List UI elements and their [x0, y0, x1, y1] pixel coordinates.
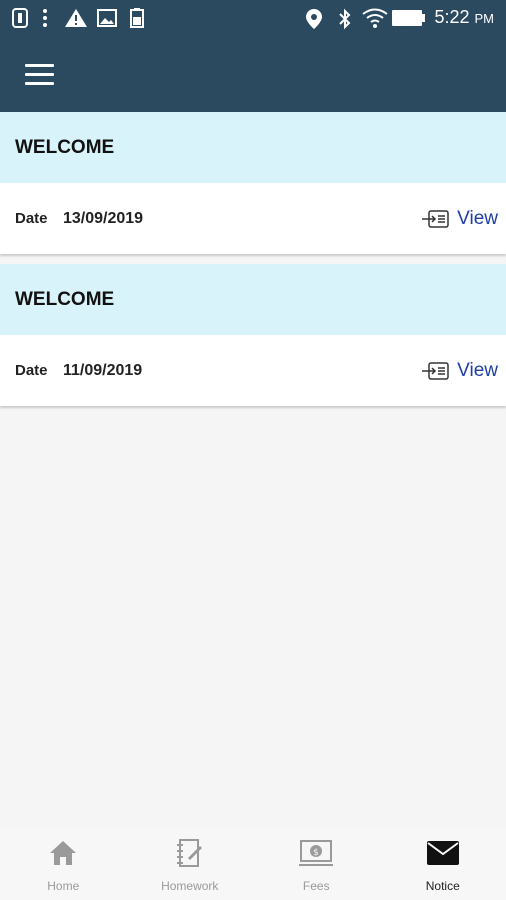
status-time-value: 5:22 — [434, 7, 470, 27]
date-label: Date — [15, 210, 48, 227]
fees-icon: $ — [299, 840, 334, 866]
home-icon — [50, 841, 77, 865]
nav-item-notice[interactable]: Notice — [380, 827, 506, 900]
notice-title-row: WELCOME — [0, 264, 506, 335]
status-time-ampm: PM — [474, 11, 495, 26]
battery-saver-icon — [130, 8, 144, 28]
hamburger-menu-icon[interactable] — [22, 62, 58, 88]
view-document-icon — [422, 361, 449, 380]
status-time: 5:22 PM — [434, 7, 494, 28]
nav-label-fees: Fees — [302, 879, 330, 893]
notice-card: WELCOME Date 11/09/2019 View — [0, 264, 506, 406]
image-icon — [97, 9, 117, 27]
notice-meta-row: Date 13/09/2019 View — [0, 183, 506, 254]
battery-icon — [392, 10, 425, 26]
notice-list: WELCOME Date 13/09/2019 View WELCOME Dat… — [0, 112, 506, 416]
notice-card: WELCOME Date 13/09/2019 View — [0, 112, 506, 254]
status-bar: 5:22 PM — [0, 0, 506, 36]
notice-meta-row: Date 11/09/2019 View — [0, 335, 506, 406]
date-value: 13/09/2019 — [63, 209, 144, 227]
nav-label-notice: Notice — [425, 879, 460, 893]
nav-item-homework[interactable]: Homework — [127, 827, 254, 900]
app-bar — [0, 36, 506, 112]
date-label: Date — [15, 362, 48, 379]
warning-icon — [65, 9, 87, 27]
notice-title: WELCOME — [15, 288, 115, 310]
wifi-icon — [362, 8, 388, 28]
view-document-icon — [422, 209, 449, 228]
homework-icon — [176, 839, 202, 867]
view-label: View — [457, 207, 498, 229]
sim-icon — [12, 8, 28, 28]
nav-label-homework: Homework — [161, 879, 219, 893]
nav-item-fees[interactable]: $ Fees — [253, 827, 380, 900]
nav-label-home: Home — [47, 879, 80, 893]
notice-title-row: WELCOME — [0, 112, 506, 183]
bottom-nav: Home Homework $ Fees Notice — [0, 827, 506, 900]
mail-icon — [426, 841, 459, 865]
notice-title: WELCOME — [15, 136, 115, 158]
more-dots-icon — [43, 9, 47, 27]
view-button[interactable]: View — [421, 208, 498, 230]
svg-text:$: $ — [313, 848, 319, 858]
bluetooth-icon — [339, 8, 351, 30]
nav-item-home[interactable]: Home — [0, 827, 127, 900]
view-label: View — [457, 359, 498, 381]
view-button[interactable]: View — [421, 360, 498, 382]
location-icon — [306, 9, 322, 29]
date-value: 11/09/2019 — [63, 361, 143, 379]
